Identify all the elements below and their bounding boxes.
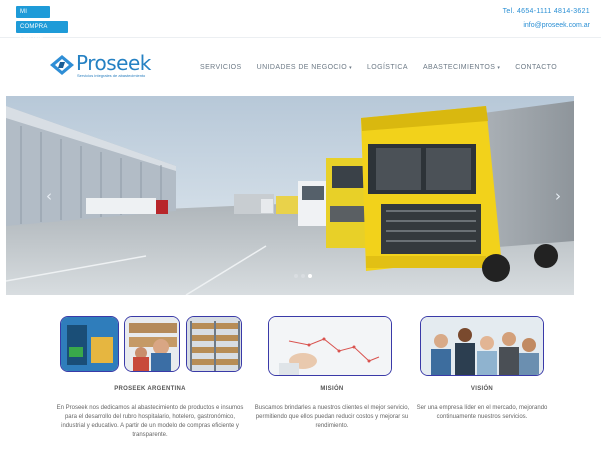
nav-item-abastecimientos[interactable]: ABASTECIMIENTOS ▾ — [423, 64, 500, 71]
feature-text: En Proseek nos dedicamos al abastecimien… — [56, 405, 244, 438]
feature-text: Ser una empresa líder en el mercado, mej… — [416, 405, 548, 420]
phone-number: Tel. 4654-1111 4814-3621 — [502, 8, 590, 15]
email-link[interactable]: info@proseek.com.ar — [523, 22, 590, 29]
feature-image — [420, 316, 544, 376]
feature-title: PROSEEK ARGENTINA — [114, 386, 186, 392]
hero-truck-image — [6, 96, 574, 295]
logo-tagline: Servicios integrales de abastecimiento — [77, 73, 146, 78]
logo[interactable]: Proseek Servicios integrales de abasteci… — [50, 51, 160, 81]
main-nav: SERVICIOS UNIDADES DE NEGOCIO ▾ LOGÍSTICA… — [200, 64, 572, 71]
nav-item-servicios[interactable]: SERVICIOS — [200, 64, 242, 71]
logo-text: Proseek — [76, 51, 151, 75]
hero-slider[interactable] — [6, 96, 574, 295]
logo-icon — [50, 55, 74, 75]
feature-text: Buscamos brindarles a nuestros clientes … — [254, 405, 410, 429]
chevron-right-icon[interactable]: › — [555, 187, 561, 205]
feature-title: VISIÓN — [470, 386, 494, 392]
chevron-left-icon[interactable]: ‹ — [46, 187, 52, 205]
feature-image — [268, 316, 392, 376]
feature-image — [124, 316, 180, 372]
feature-image — [186, 316, 242, 372]
buy-online-button[interactable]: COMPRA ONLINE — [16, 21, 68, 42]
nav-item-logistica[interactable]: LOGÍSTICA — [367, 64, 408, 71]
nav-item-contacto[interactable]: CONTACTO — [515, 64, 557, 71]
top-bar: MI CUENTA COMPRA ONLINE Tel. 4654-1111 4… — [0, 0, 601, 42]
caret-down-icon: ▾ — [349, 65, 352, 71]
feature-image — [60, 316, 119, 372]
caret-down-icon: ▾ — [497, 65, 501, 71]
nav-item-unidades-de-negocio[interactable]: UNIDADES DE NEGOCIO ▾ — [257, 64, 352, 71]
my-account-button[interactable]: MI CUENTA — [16, 6, 50, 27]
